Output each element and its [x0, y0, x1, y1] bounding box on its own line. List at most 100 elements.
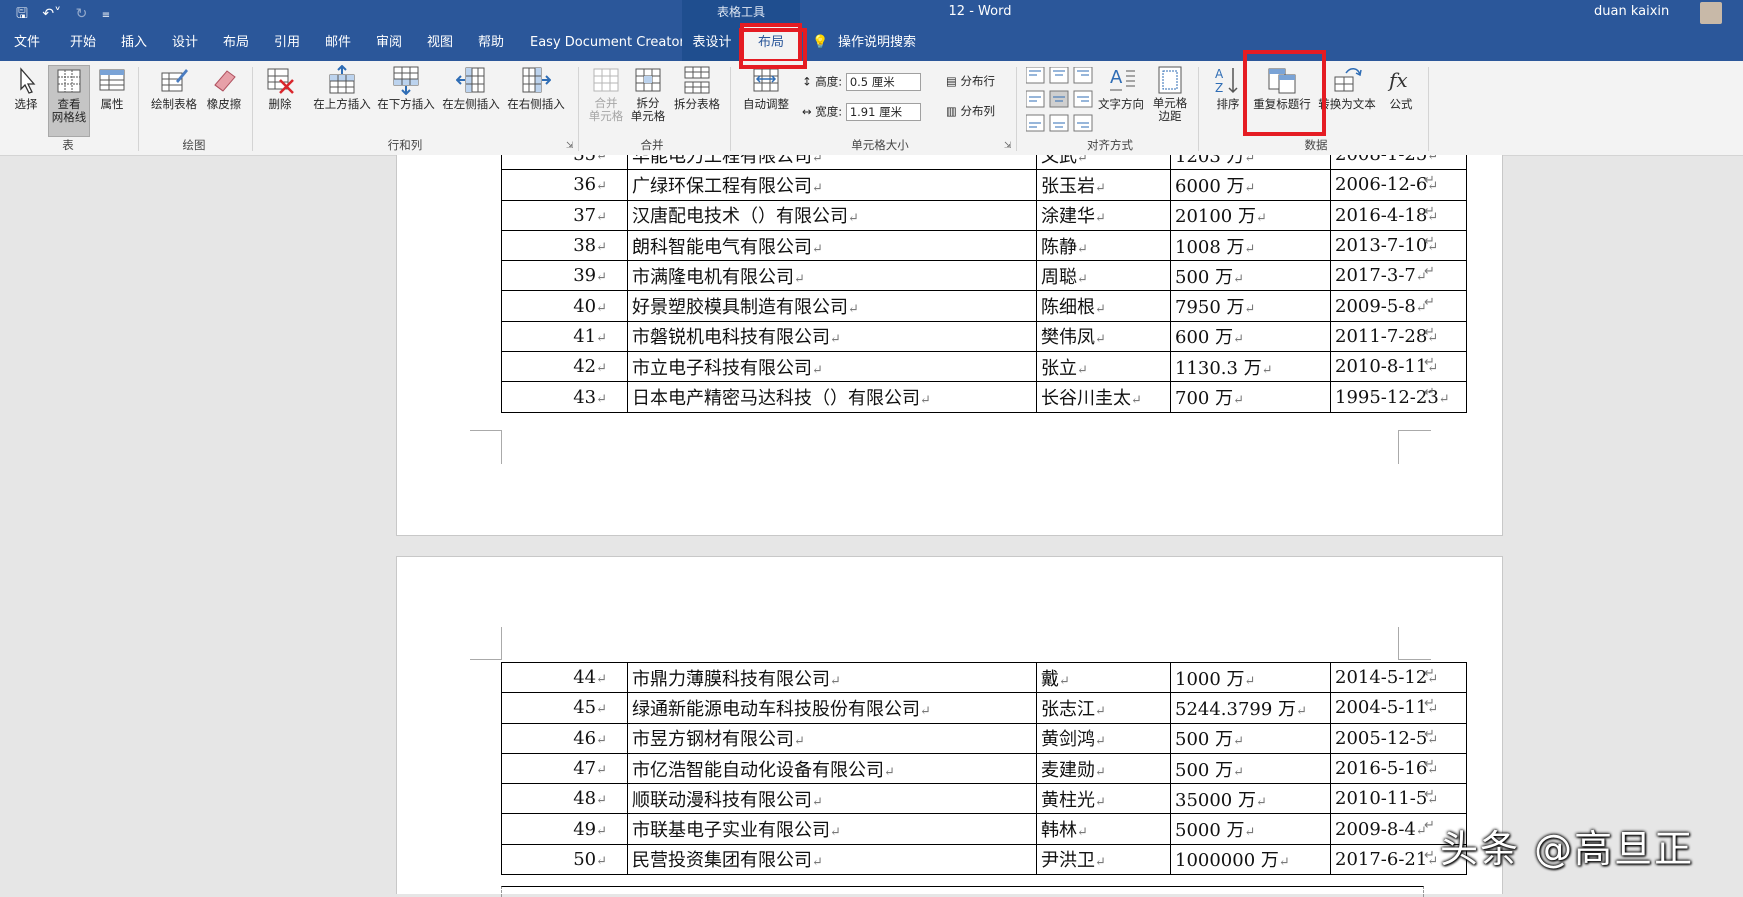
capital-cell[interactable]: 1008 万↵ — [1170, 229, 1331, 262]
contact-name-cell[interactable]: 韩林↵ — [1036, 813, 1171, 845]
tab-home[interactable]: 开始 — [70, 25, 96, 61]
table-row[interactable]: 44↵ 市鼎力薄膜科技有限公司↵ 戴↵ 1000 万↵ 2014-5-12↵ — [501, 661, 1467, 694]
tab-review[interactable]: 审阅 — [376, 25, 402, 61]
row-height-input[interactable]: 0.5 厘米 — [845, 73, 921, 91]
capital-cell[interactable]: 6000 万↵ — [1170, 169, 1331, 201]
contact-name-cell[interactable]: 陈细根↵ — [1036, 290, 1171, 322]
tell-me-icon[interactable]: 💡 — [812, 25, 828, 61]
avatar[interactable] — [1700, 2, 1722, 24]
contact-name-cell[interactable]: 张玉岩↵ — [1036, 169, 1171, 201]
tab-file[interactable]: 文件 — [14, 25, 40, 61]
row-number-cell[interactable]: 43↵ — [501, 381, 628, 413]
contact-name-cell[interactable]: 张立↵ — [1036, 351, 1171, 383]
date-cell[interactable]: 2017-3-7 ↵ — [1330, 260, 1467, 292]
sort-button[interactable]: AZ 排序 — [1210, 65, 1246, 111]
distribute-rows-button[interactable]: ▤ 分布行 — [946, 73, 995, 91]
capital-cell[interactable]: 5244.3799 万↵ — [1170, 692, 1331, 724]
tab-insert[interactable]: 插入 — [121, 25, 147, 61]
capital-cell[interactable]: 1130.3 万↵ — [1170, 351, 1331, 383]
capital-cell[interactable]: 700 万↵ — [1170, 381, 1331, 413]
tab-table-design[interactable]: 表设计 — [682, 25, 742, 61]
contact-name-cell[interactable]: 张志江↵ — [1036, 692, 1171, 724]
contact-name-cell[interactable]: 黄柱光↵ — [1036, 783, 1171, 815]
capital-cell[interactable]: 7950 万↵ — [1170, 290, 1331, 322]
company-name-cell[interactable]: 市昱方钢材有限公司↵ — [627, 722, 1037, 754]
contact-name-cell[interactable]: 陈静↵ — [1036, 229, 1171, 262]
delete-button[interactable]: 删除 — [262, 65, 298, 111]
capital-cell[interactable]: 600 万↵ — [1170, 320, 1331, 353]
table-row[interactable]: 49↵ 市联基电子实业有限公司↵ 韩林↵ 5000 万↵ 2009-8-4↵ — [501, 813, 1467, 845]
date-cell[interactable]: 2013-7-10↵ — [1330, 229, 1467, 262]
date-cell[interactable]: 2009-5-8 ↵ — [1330, 290, 1467, 322]
row-number-cell[interactable]: 35↵ — [501, 155, 628, 171]
date-cell[interactable]: 2016-4-18↵ — [1330, 199, 1467, 231]
customize-qat-icon[interactable]: ≡ — [102, 10, 110, 21]
cell-margins-button[interactable]: 单元格 边距 — [1150, 65, 1190, 123]
date-cell[interactable]: 2010-11-5↵ — [1330, 783, 1467, 815]
table-row[interactable]: 45↵ 绿通新能源电动车科技股份有限公司↵ 张志江↵ 5244.3799 万↵ 2004… — [501, 692, 1467, 724]
contact-name-cell[interactable]: 涂建华↵ — [1036, 199, 1171, 231]
company-name-cell[interactable]: 市鼎力薄膜科技有限公司↵ — [627, 661, 1037, 694]
date-cell[interactable]: 1995-12-23↵ — [1330, 381, 1467, 413]
tab-easy-document-creator[interactable]: Easy Document Creator — [530, 25, 685, 61]
row-number-cell[interactable]: 45↵ — [501, 692, 628, 724]
table-row[interactable]: 41↵ 市磐锐机电科技有限公司↵ 樊伟凤↵ 600 万↵ 2011-7-28↵ — [501, 320, 1467, 353]
capital-cell[interactable]: 1000 万↵ — [1170, 661, 1331, 694]
row-number-cell[interactable]: 37↵ — [501, 199, 628, 231]
row-number-cell[interactable]: 49↵ — [501, 813, 628, 845]
column-width-input[interactable]: 1.91 厘米 — [845, 103, 921, 121]
split-table-button[interactable]: 拆分表格 — [672, 65, 722, 111]
row-number-cell[interactable]: 36↵ — [501, 169, 628, 201]
table-row[interactable]: 47↵ 市亿浩智能自动化设备有限公司↵ 麦建勋↵ 500 万↵ 2016-5-16↵ — [501, 752, 1467, 785]
company-name-cell[interactable]: 广绿环保工程有限公司↵ — [627, 169, 1037, 201]
contact-name-cell[interactable]: 戴↵ — [1036, 661, 1171, 694]
row-number-cell[interactable]: 40↵ — [501, 290, 628, 322]
insert-below-button[interactable]: 在下方插入 — [376, 65, 436, 111]
company-name-cell[interactable]: 华能电力工程有限公司↵ — [627, 155, 1037, 171]
table-row[interactable]: 38↵ 朗科智能电气有限公司↵ 陈静↵ 1008 万↵ 2013-7-10↵ — [501, 229, 1467, 262]
view-gridlines-button[interactable]: 查看 网格线 — [48, 65, 90, 137]
capital-cell[interactable]: 35000 万↵ — [1170, 783, 1331, 815]
contact-name-cell[interactable]: 黄剑鸿↵ — [1036, 722, 1171, 754]
table-row[interactable]: 36↵ 广绿环保工程有限公司↵ 张玉岩↵ 6000 万↵ 2006-12-6↵ — [501, 169, 1467, 201]
row-height-field[interactable]: ↕ 高度: 0.5 厘米 — [802, 73, 921, 91]
table-row[interactable]: 46↵ 市昱方钢材有限公司↵ 黄剑鸿↵ 500 万↵ 2005-12-5↵ — [501, 722, 1467, 754]
undo-icon[interactable]: ↶˅ — [42, 6, 61, 22]
tab-layout[interactable]: 布局 — [223, 25, 249, 61]
properties-button[interactable]: 属性 — [94, 65, 130, 111]
insert-above-button[interactable]: 在上方插入 — [312, 65, 372, 111]
insert-right-button[interactable]: 在右侧插入 — [506, 65, 566, 111]
capital-cell[interactable]: 20100 万↵ — [1170, 199, 1331, 231]
table-row[interactable]: 40↵ 好景塑胶模具制造有限公司↵ 陈细根↵ 7950 万↵ 2009-5-8↵ — [501, 290, 1467, 322]
table-row[interactable]: 37↵ 汉唐配电技术（）有限公司↵ 涂建华↵ 20100 万↵ 2016-4-18↵ — [501, 199, 1467, 231]
company-name-cell[interactable]: 朗科智能电气有限公司↵ — [627, 229, 1037, 262]
table-row[interactable]: 48↵ 顺联动漫科技有限公司↵ 黄柱光↵ 35000 万↵ 2010-11-5↵ — [501, 783, 1467, 815]
company-name-cell[interactable]: 市联基电子实业有限公司↵ — [627, 813, 1037, 845]
column-width-field[interactable]: ↔ 宽度: 1.91 厘米 — [802, 103, 921, 121]
tab-help[interactable]: 帮助 — [478, 25, 504, 61]
split-cells-button[interactable]: 拆分 单元格 — [630, 65, 666, 123]
date-cell[interactable]: 2010-8-11↵ — [1330, 351, 1467, 383]
formula-button[interactable]: fx 公式 — [1384, 65, 1418, 111]
row-number-cell[interactable]: 42↵ — [501, 351, 628, 383]
company-name-cell[interactable]: 日本电产精密马达科技（）有限公司↵ — [627, 381, 1037, 413]
tell-me-search[interactable]: 操作说明搜索 — [838, 25, 916, 61]
insert-left-button[interactable]: 在左侧插入 — [441, 65, 501, 111]
capital-cell[interactable]: 5000 万↵ — [1170, 813, 1331, 845]
table-row[interactable]: 42↵ 市立电子科技有限公司↵ 张立↵ 1130.3 万↵ 2010-8-11↵ — [501, 351, 1467, 383]
cell-size-dialog-launcher-icon[interactable]: ⇲ — [1004, 141, 1012, 151]
rows-columns-dialog-launcher-icon[interactable]: ⇲ — [566, 141, 574, 151]
user-name[interactable]: duan kaixin — [1594, 0, 1669, 24]
table-row[interactable]: 43↵ 日本电产精密马达科技（）有限公司↵ 长谷川圭太↵ 700 万↵ 1995-12-… — [501, 381, 1467, 413]
company-name-cell[interactable]: 市满隆电机有限公司↵ — [627, 260, 1037, 292]
capital-cell[interactable]: 500 万↵ — [1170, 752, 1331, 785]
date-cell[interactable]: 2006-12-6↵ — [1330, 169, 1467, 201]
date-cell[interactable]: 2005-12-5↵ — [1330, 722, 1467, 754]
table-row[interactable]: 35↵华能电力工程有限公司↵文武↵1203 万↵2008-1-25↵ — [501, 155, 1467, 171]
draw-table-button[interactable]: 绘制表格 — [148, 65, 200, 111]
row-number-cell[interactable]: 50↵ — [501, 843, 628, 876]
row-number-cell[interactable]: 38↵ — [501, 229, 628, 262]
capital-cell[interactable]: 500 万↵ — [1170, 260, 1331, 292]
date-cell[interactable]: 2004-5-11↵ — [1330, 692, 1467, 724]
contact-name-cell[interactable]: 尹洪卫↵ — [1036, 843, 1171, 876]
